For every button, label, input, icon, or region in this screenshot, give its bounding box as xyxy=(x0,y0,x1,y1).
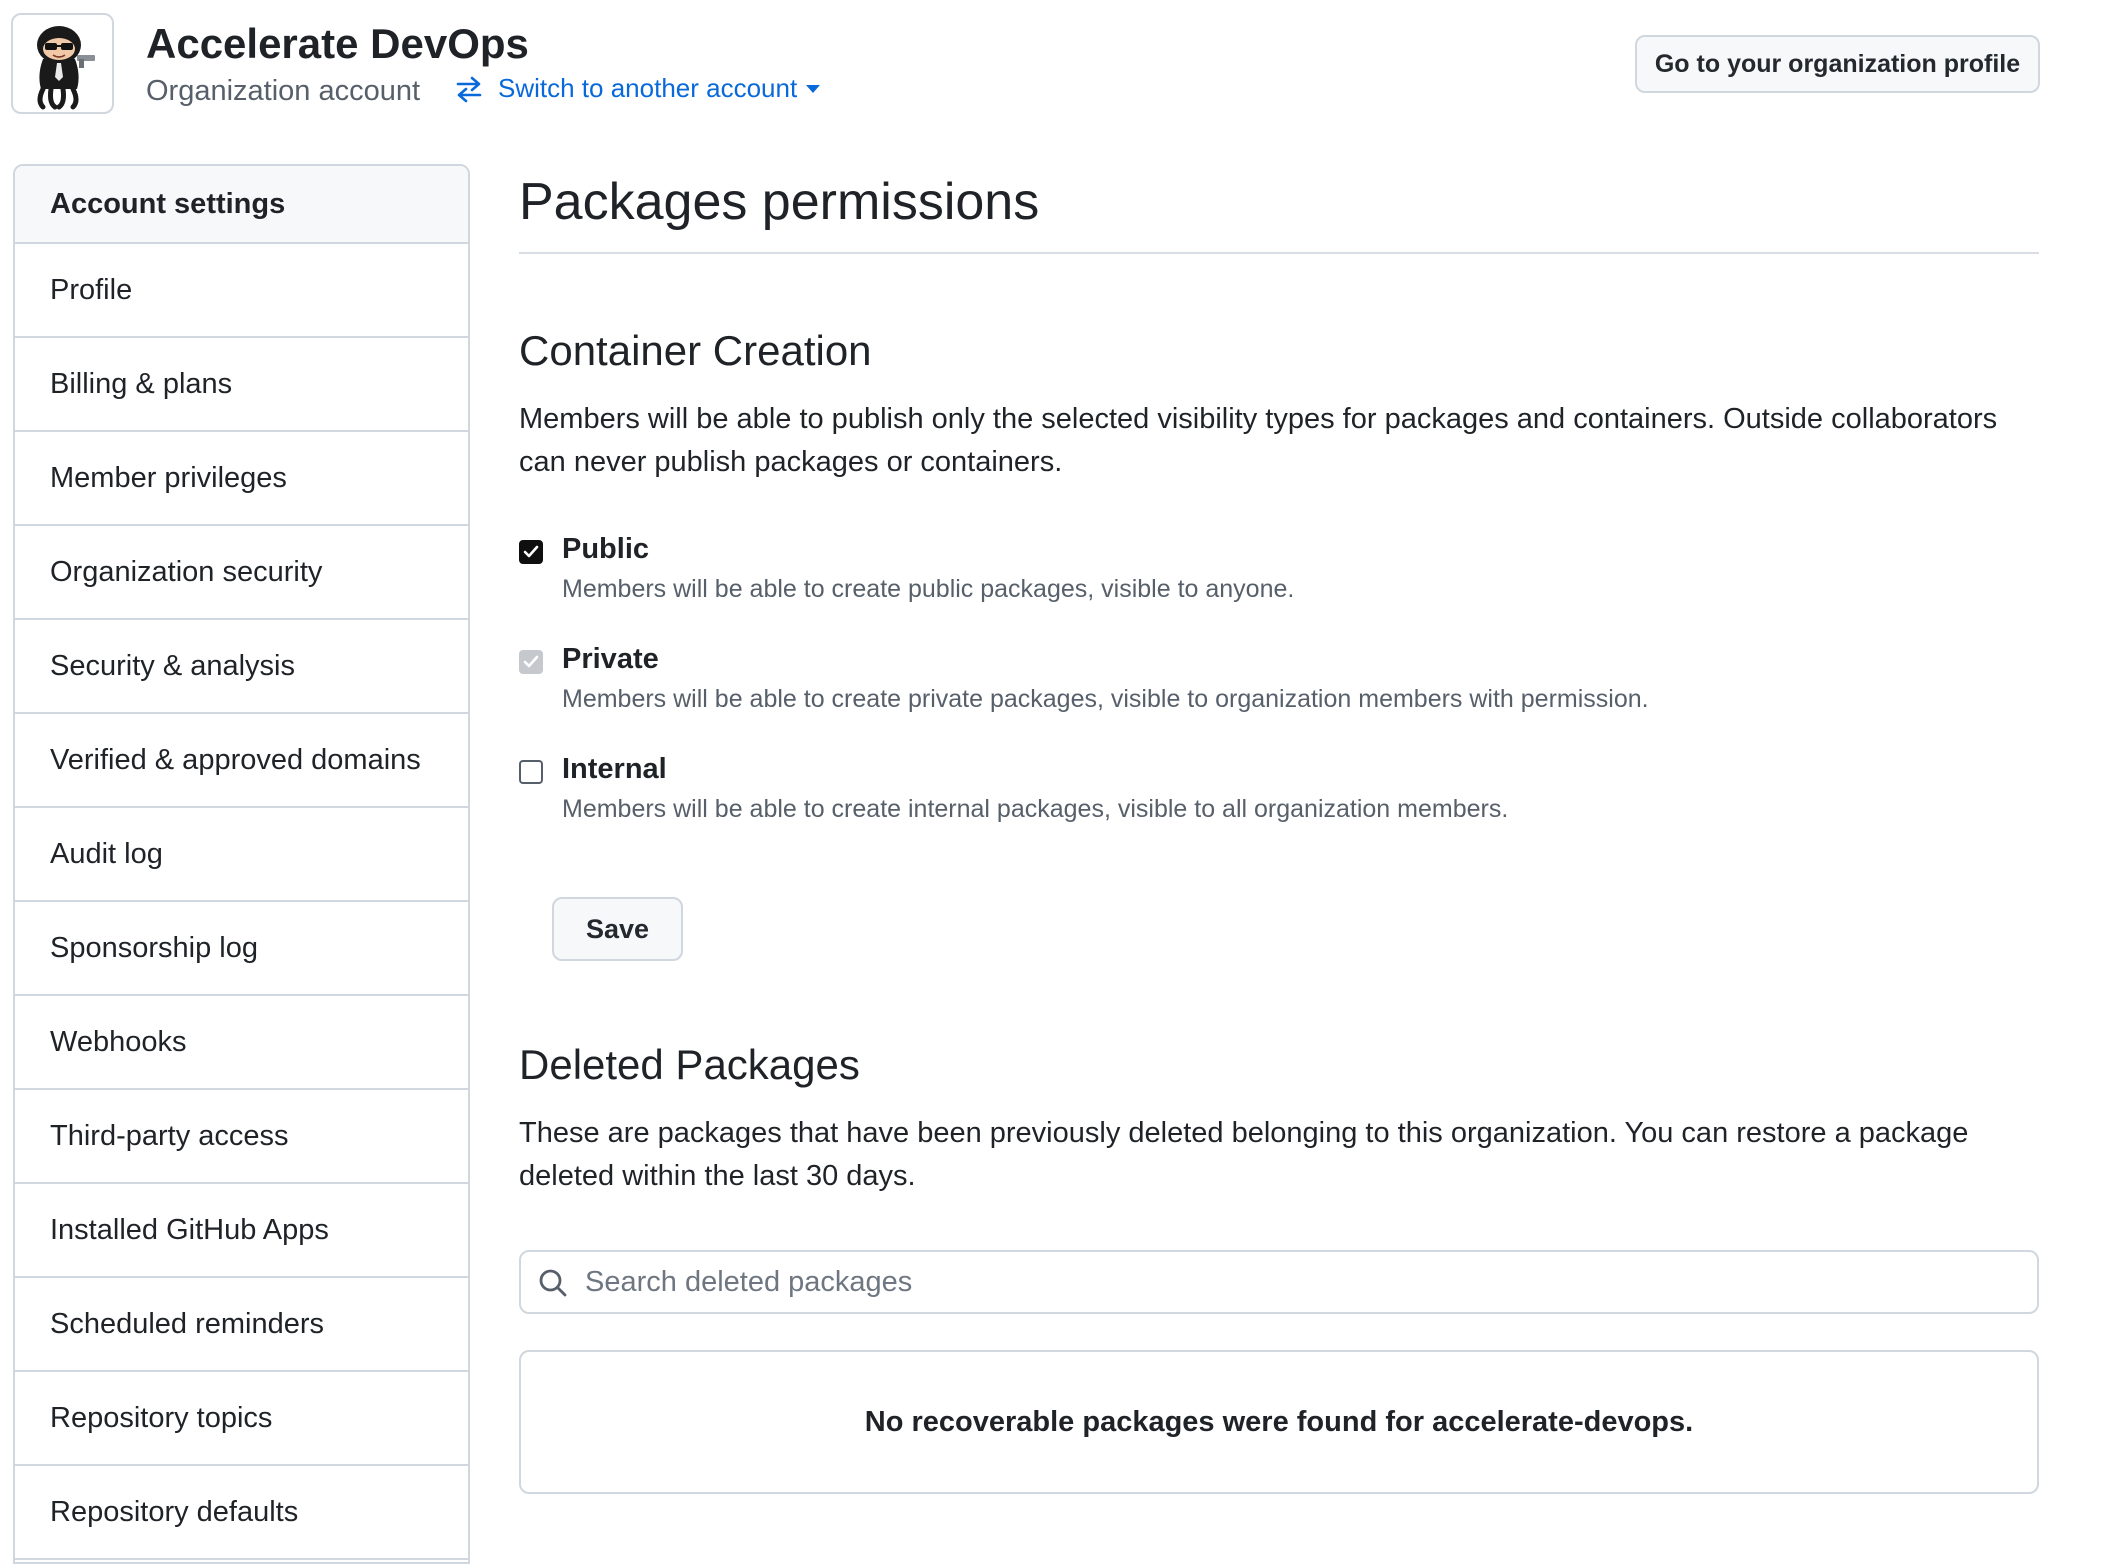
switch-account-link[interactable]: Switch to another account xyxy=(454,73,821,104)
option-public[interactable]: Public Members will be able to create pu… xyxy=(519,533,2039,613)
search-icon xyxy=(538,1268,568,1298)
arrow-switch-icon xyxy=(454,75,484,103)
internal-label[interactable]: Internal xyxy=(562,753,667,786)
sidebar-item-member-privileges[interactable]: Member privileges xyxy=(15,432,468,526)
sidebar-item-billing[interactable]: Billing & plans xyxy=(15,338,468,432)
triangle-down-icon xyxy=(805,84,821,94)
internal-description: Members will be able to create internal … xyxy=(562,795,1509,823)
option-private: Private Members will be able to create p… xyxy=(519,643,2039,723)
sidebar-item-verified-domains[interactable]: Verified & approved domains xyxy=(15,714,468,808)
sidebar-item-third-party-access[interactable]: Third-party access xyxy=(15,1090,468,1184)
org-name: Accelerate DevOps xyxy=(146,20,529,67)
sidebar-item-profile[interactable]: Profile xyxy=(15,244,468,338)
private-checkbox xyxy=(519,650,543,674)
octocat-avatar-icon xyxy=(37,26,95,110)
deleted-packages-title: Deleted Packages xyxy=(519,1041,860,1088)
container-creation-title: Container Creation xyxy=(519,327,872,374)
check-icon xyxy=(523,655,539,668)
public-checkbox[interactable] xyxy=(519,540,543,564)
org-header: Accelerate DevOps Organization account S… xyxy=(0,0,2106,130)
search-deleted-packages-box[interactable] xyxy=(519,1250,2039,1314)
sidebar-item-webhooks[interactable]: Webhooks xyxy=(15,996,468,1090)
deleted-packages-empty-state: No recoverable packages were found for a… xyxy=(519,1350,2039,1494)
save-button[interactable]: Save xyxy=(552,897,683,961)
org-avatar[interactable] xyxy=(11,13,114,114)
sidebar-item-security-analysis[interactable]: Security & analysis xyxy=(15,620,468,714)
switch-account-label: Switch to another account xyxy=(498,73,798,103)
private-description: Members will be able to create private p… xyxy=(562,685,1649,713)
private-label: Private xyxy=(562,643,659,675)
internal-checkbox[interactable] xyxy=(519,760,543,784)
sidebar-item-repository-defaults[interactable]: Repository defaults xyxy=(15,1466,468,1560)
go-to-org-profile-button[interactable]: Go to your organization profile xyxy=(1635,35,2040,93)
page-title: Packages permissions xyxy=(519,173,1040,231)
sidebar-item-audit-log[interactable]: Audit log xyxy=(15,808,468,902)
settings-sidebar: Account settings Profile Billing & plans… xyxy=(13,164,470,1564)
public-label[interactable]: Public xyxy=(562,533,649,566)
search-deleted-packages-input[interactable] xyxy=(585,1258,2015,1306)
option-internal[interactable]: Internal Members will be able to create … xyxy=(519,753,2039,833)
public-description: Members will be able to create public pa… xyxy=(562,575,1295,603)
check-icon xyxy=(523,545,539,558)
empty-state-message: No recoverable packages were found for a… xyxy=(864,1405,1694,1438)
title-divider xyxy=(519,252,2039,254)
sidebar-item-scheduled-reminders[interactable]: Scheduled reminders xyxy=(15,1278,468,1372)
sidebar-item-sponsorship-log[interactable]: Sponsorship log xyxy=(15,902,468,996)
sidebar-heading: Account settings xyxy=(15,166,468,244)
sidebar-item-repository-topics[interactable]: Repository topics xyxy=(15,1372,468,1466)
deleted-packages-description: These are packages that have been previo… xyxy=(519,1117,1969,1192)
sidebar-item-installed-apps[interactable]: Installed GitHub Apps xyxy=(15,1184,468,1278)
sidebar-item-organization-security[interactable]: Organization security xyxy=(15,526,468,620)
container-creation-description: Members will be able to publish only the… xyxy=(519,403,1998,478)
org-type: Organization account xyxy=(146,75,421,107)
